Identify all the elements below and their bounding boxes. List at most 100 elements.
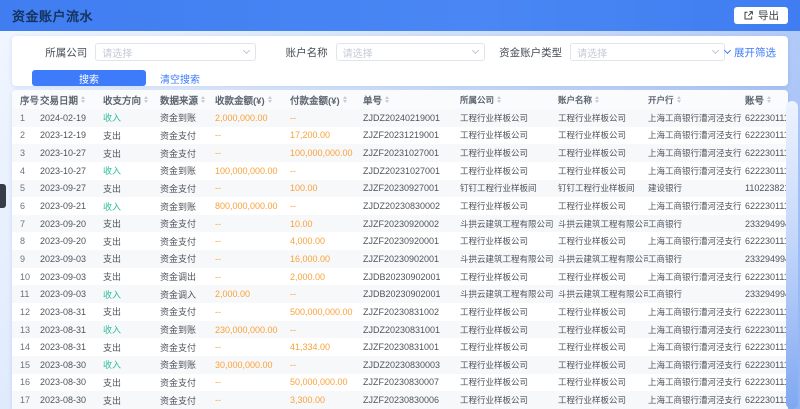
cell-recv: --	[215, 219, 290, 229]
cell-pay: --	[290, 360, 363, 370]
column-header-bank[interactable]: 开户行	[648, 90, 745, 109]
cell-acct: 工程行业样板公司	[558, 147, 648, 159]
cell-bank: 上海工商银行漕河泾支行	[648, 341, 745, 353]
cell-dir: 支出	[103, 252, 160, 265]
cell-dir: 收入	[103, 164, 160, 177]
cell-bank: 上海工商银行漕河泾支行	[648, 271, 745, 283]
sort-icon	[595, 96, 599, 103]
column-header-recv[interactable]: 收款金额(¥)	[215, 90, 290, 109]
column-header-date[interactable]: 交易日期	[40, 90, 103, 109]
expand-filters-label: 展开筛选	[734, 45, 776, 60]
cell-src: 资金支付	[160, 252, 215, 265]
sort-icon	[677, 96, 681, 103]
table-row: 52023-09-27支出资金支付--100.00ZJZF20230927001…	[12, 180, 788, 198]
cell-recv: 100,000,000.00	[215, 166, 290, 176]
cell-dir: 支出	[103, 305, 160, 318]
cell-pay: 500,000,000.00	[290, 307, 363, 317]
column-header-acct[interactable]: 账户名称	[558, 90, 648, 109]
cell-src: 资金支付	[160, 147, 215, 160]
table-row: 102023-09-03支出资金调出--2,000.00ZJDB20230902…	[12, 268, 788, 286]
cell-date: 2023-08-30	[40, 360, 103, 370]
table-row: 22023-12-19支出资金支付--17,200.00ZJZF20231219…	[12, 127, 788, 145]
cell-order: ZJDZ20231027001	[363, 166, 460, 176]
cell-no: 622230111	[745, 272, 788, 282]
expand-filters-link[interactable]: 展开筛选	[725, 45, 776, 60]
table-row: 72023-09-20支出资金支付--10.00ZJZF20230920002斗…	[12, 215, 788, 233]
column-header-src[interactable]: 数据来源	[160, 90, 215, 109]
clear-search-button[interactable]: 清空搜索	[160, 71, 200, 86]
table-row: 112023-09-03收入资金调入2,000.00--ZJDB20230902…	[12, 285, 788, 303]
cell-order: ZJDZ20230831001	[363, 325, 460, 335]
table-row: 162023-08-30支出资金支付--50,000,000.00ZJZF202…	[12, 374, 788, 392]
cell-dir: 收入	[103, 111, 160, 124]
cell-src: 资金到账	[160, 200, 215, 213]
table-row: 12024-02-19收入资金到账2,000,000.00--ZJDZ20240…	[12, 109, 788, 127]
cell-date: 2023-09-03	[40, 272, 103, 282]
cell-bank: 工商银行	[648, 253, 745, 265]
cell-no: 622230111	[745, 342, 788, 352]
cell-order: ZJZF20230831001	[363, 342, 460, 352]
cell-n: 12	[20, 307, 40, 317]
cell-no: 622230111	[745, 113, 788, 123]
export-button[interactable]: 导出	[734, 7, 788, 24]
column-header-dir[interactable]: 收支方向	[103, 90, 160, 109]
cell-recv: --	[215, 395, 290, 405]
account-name-select[interactable]: 请选择	[336, 43, 485, 61]
cell-pay: --	[290, 201, 363, 211]
cell-acct: 工程行业样板公司	[558, 165, 648, 177]
cell-recv: --	[215, 377, 290, 387]
column-header-order[interactable]: 单号	[363, 90, 460, 109]
account-type-filter-label: 资金账户类型	[499, 45, 562, 60]
cell-date: 2024-02-19	[40, 113, 103, 123]
column-header-co[interactable]: 所属公司	[460, 90, 558, 109]
cell-src: 资金到账	[160, 358, 215, 371]
cell-no: 622230111	[745, 236, 788, 246]
cell-recv: --	[215, 272, 290, 282]
table-row: 62023-09-21收入资金到账800,000,000.00--ZJDZ202…	[12, 197, 788, 215]
cell-n: 6	[20, 201, 40, 211]
sort-icon	[268, 96, 272, 103]
cell-co: 工程行业样板公司	[460, 129, 558, 141]
chevron-down-icon	[724, 47, 731, 54]
cell-recv: --	[215, 236, 290, 246]
column-header-pay[interactable]: 付款金额(¥)	[290, 90, 363, 109]
table-row: 172023-08-30支出资金支付--3,300.00ZJZF20230830…	[12, 391, 788, 409]
vertical-scrollbar[interactable]	[786, 101, 798, 409]
cell-co: 工程行业样板公司	[460, 165, 558, 177]
cell-src: 资金到账	[160, 164, 215, 177]
account-type-select[interactable]: 请选择	[570, 43, 725, 61]
cell-date: 2023-10-27	[40, 166, 103, 176]
cell-src: 资金支付	[160, 394, 215, 407]
cell-acct: 工程行业样板公司	[558, 341, 648, 353]
cell-n: 10	[20, 272, 40, 282]
company-select[interactable]: 请选择	[95, 43, 255, 61]
column-label: 收款金额(¥)	[215, 93, 265, 107]
export-icon	[743, 10, 754, 21]
table-row: 122023-08-31支出资金支付--500,000,000.00ZJZF20…	[12, 303, 788, 321]
cell-dir: 支出	[103, 394, 160, 407]
cell-dir: 支出	[103, 182, 160, 195]
filter-actions-row: 搜索 清空搜索	[22, 70, 780, 86]
cell-date: 2023-08-31	[40, 342, 103, 352]
cell-src: 资金支付	[160, 235, 215, 248]
cell-co: 工程行业样板公司	[460, 376, 558, 388]
column-header-no[interactable]: 账号	[745, 90, 788, 109]
table-row: 82023-09-20支出资金支付--4,000.00ZJZF202309200…	[12, 232, 788, 250]
cell-date: 2023-09-03	[40, 254, 103, 264]
cell-dir: 支出	[103, 376, 160, 389]
search-button[interactable]: 搜索	[32, 70, 146, 86]
cell-no: 622230111	[745, 325, 788, 335]
cell-recv: 2,000.00	[215, 289, 290, 299]
cell-date: 2023-09-27	[40, 183, 103, 193]
filter-row: 所属公司 请选择 账户名称 请选择 资金账户类型 请选择 展开筛选	[22, 42, 780, 62]
column-label: 开户行	[648, 94, 674, 106]
cell-acct: 工程行业样板公司	[558, 129, 648, 141]
cell-acct: 斗拱云建筑工程有限公司	[558, 218, 648, 230]
cell-src: 资金到账	[160, 323, 215, 336]
cell-date: 2023-08-31	[40, 307, 103, 317]
chevron-down-icon	[472, 47, 479, 54]
cell-src: 资金支付	[160, 182, 215, 195]
sort-icon	[144, 96, 148, 103]
cell-no: 622230111	[745, 148, 788, 158]
cell-src: 资金到账	[160, 111, 215, 124]
